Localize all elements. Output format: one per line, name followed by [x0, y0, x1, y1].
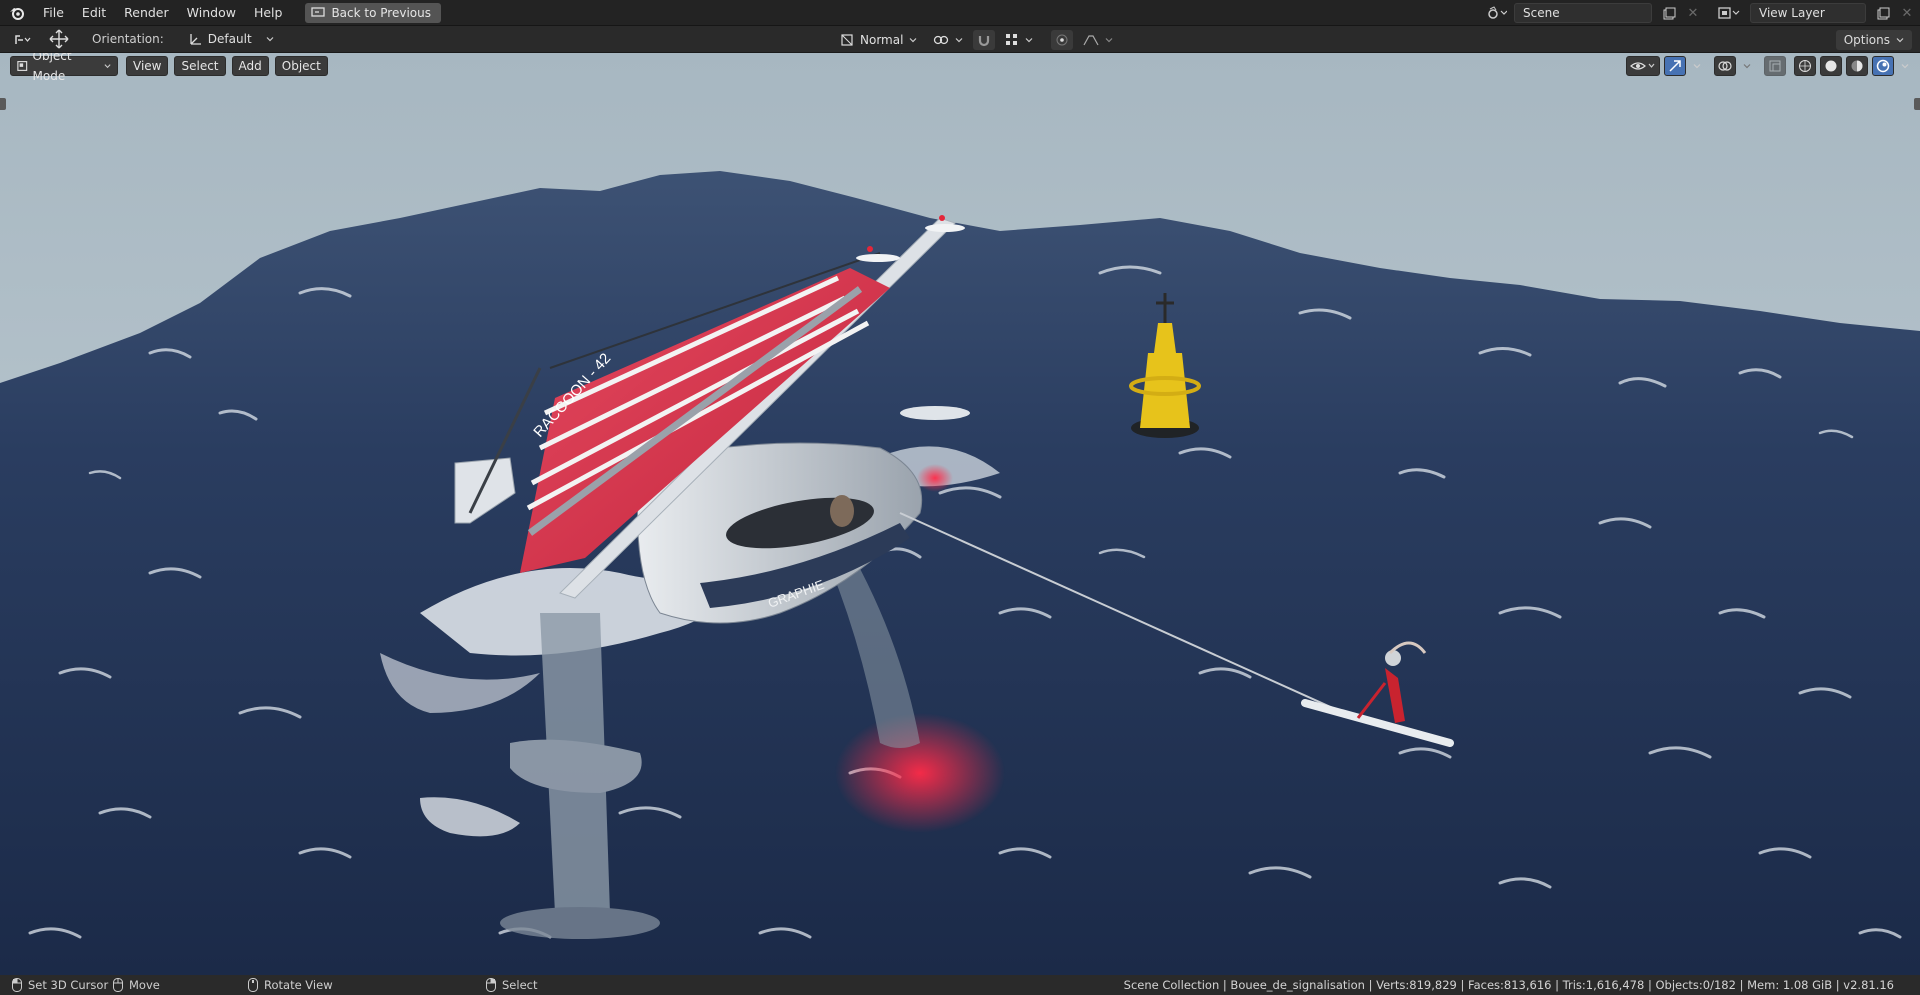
sailor-figure: [830, 495, 854, 527]
solid-shading-icon[interactable]: [1820, 56, 1842, 76]
tool-header: Orientation: Default Normal Options: [0, 26, 1920, 53]
status-select-hint: Select: [486, 977, 537, 993]
chevron-down-icon: [909, 37, 917, 42]
rotate-view-label: Rotate View: [264, 978, 333, 992]
mouse-right-icon: [486, 978, 496, 992]
shading-options-chevron-icon[interactable]: [1898, 56, 1912, 76]
chevron-down-icon: [1896, 38, 1904, 43]
viewport-header: Object Mode View Select Add Object: [10, 53, 328, 83]
orientation-value: Default: [207, 32, 252, 46]
link-icon: [934, 35, 949, 44]
viewport-menu-add[interactable]: Add: [231, 56, 269, 76]
chevron-down-icon: [104, 64, 111, 69]
sidebar-expand-handle[interactable]: [1914, 98, 1920, 110]
overlays-icon[interactable]: [1714, 56, 1736, 76]
status-bar: Set 3D Cursor Move Rotate View Select Sc…: [0, 975, 1920, 995]
gizmo-toggle-icon[interactable]: [1664, 56, 1686, 76]
set-3d-cursor-label: Set 3D Cursor: [28, 978, 109, 992]
red-light: [939, 215, 945, 221]
overlays-chevron-icon[interactable]: [1740, 56, 1754, 76]
menu-file[interactable]: File: [34, 2, 73, 24]
menu-window[interactable]: Window: [178, 2, 245, 24]
viewport-render[interactable]: GRAPHIE RACCOON - 42: [0, 53, 1920, 975]
snap-toggle-magnet-icon[interactable]: [973, 29, 996, 50]
underwater-red-light: [835, 713, 1005, 833]
delete-scene-icon[interactable]: ✕: [1686, 6, 1700, 21]
material-shading-icon[interactable]: [1846, 56, 1868, 76]
proportional-editing-icon[interactable]: [1051, 29, 1074, 50]
chevron-down-icon: [1025, 37, 1033, 42]
status-right-click-hint: Rotate View: [248, 977, 333, 993]
status-middle-click-hint: Move: [113, 977, 160, 993]
pivot-value: Normal: [860, 32, 904, 47]
object-mode-dropdown[interactable]: Object Mode: [10, 53, 118, 83]
transform-pivot-dropdown[interactable]: Normal: [834, 30, 923, 50]
delete-view-layer-icon[interactable]: ✕: [1900, 6, 1914, 21]
scene-statistics: Scene Collection | Bouee_de_signalisatio…: [1123, 978, 1894, 992]
new-view-layer-icon[interactable]: [1872, 3, 1894, 23]
red-light: [867, 246, 873, 252]
move-label: Move: [129, 978, 160, 992]
orientation-label: Orientation:: [92, 32, 164, 46]
view-layer-selector-icon[interactable]: [1714, 3, 1744, 23]
scene-name-field[interactable]: Scene: [1514, 3, 1652, 23]
options-label: Options: [1843, 33, 1890, 47]
grid-snap-icon: [1006, 33, 1018, 45]
menu-help[interactable]: Help: [245, 2, 292, 24]
top-menu-bar: File Edit Render Window Help Back to Pre…: [0, 0, 1920, 26]
orientation-axes-icon: [190, 34, 201, 45]
back-to-previous-label: Back to Previous: [331, 5, 431, 20]
rendered-shading-icon[interactable]: [1872, 56, 1894, 76]
chevron-down-icon: [955, 37, 963, 42]
back-to-previous-button[interactable]: Back to Previous: [305, 2, 441, 23]
small-float: [900, 406, 970, 420]
transform-gizmo-icon[interactable]: [48, 29, 70, 49]
object-mode-label: Object Mode: [32, 53, 72, 83]
mouse-middle-icon: [248, 978, 258, 992]
3d-viewport[interactable]: GRAPHIE RACCOON - 42 Object Mode View Se…: [0, 53, 1920, 975]
viewport-menu-select[interactable]: Select: [174, 56, 226, 76]
blender-logo-icon[interactable]: [0, 0, 34, 26]
viewport-menu-view[interactable]: View: [126, 56, 169, 76]
status-left-click-hint: Set 3D Cursor: [12, 977, 108, 993]
snap-element-dropdown[interactable]: [999, 30, 1039, 50]
snap-target-dropdown[interactable]: [927, 30, 969, 50]
gizmo-options-chevron-icon[interactable]: [1690, 56, 1704, 76]
options-dropdown[interactable]: Options: [1835, 30, 1912, 50]
chevron-down-icon: [1105, 37, 1113, 42]
editor-type-selector[interactable]: [8, 29, 38, 49]
mouse-drag-icon: [113, 978, 123, 992]
view-layer-field[interactable]: View Layer: [1750, 3, 1866, 23]
menu-edit[interactable]: Edit: [73, 2, 115, 24]
chevron-down-icon: [266, 37, 274, 42]
screen-icon: [311, 7, 326, 17]
spreader-light: [856, 254, 900, 262]
object-mode-icon: [17, 61, 28, 71]
wireframe-shading-icon[interactable]: [1794, 56, 1816, 76]
falloff-curve-icon: [1083, 34, 1099, 45]
scene-selector-icon[interactable]: [1486, 3, 1508, 23]
masthead-light: [925, 224, 965, 232]
viewport-shading-controls: [1626, 56, 1912, 76]
new-scene-icon[interactable]: [1658, 3, 1680, 23]
visibility-eye-icon[interactable]: [1626, 56, 1660, 76]
xray-toggle-icon[interactable]: [1764, 56, 1786, 76]
viewport-menu-object[interactable]: Object: [274, 56, 328, 76]
editor-type-icon: [15, 35, 31, 44]
nav-light-glow: [917, 464, 953, 492]
falloff-dropdown[interactable]: [1077, 30, 1119, 50]
toolbar-expand-handle[interactable]: [0, 98, 6, 110]
menu-render[interactable]: Render: [115, 2, 178, 24]
orientation-dropdown[interactable]: Default: [182, 29, 280, 49]
mouse-left-icon: [12, 978, 22, 992]
pivot-icon: [841, 33, 853, 46]
select-label: Select: [502, 978, 538, 992]
